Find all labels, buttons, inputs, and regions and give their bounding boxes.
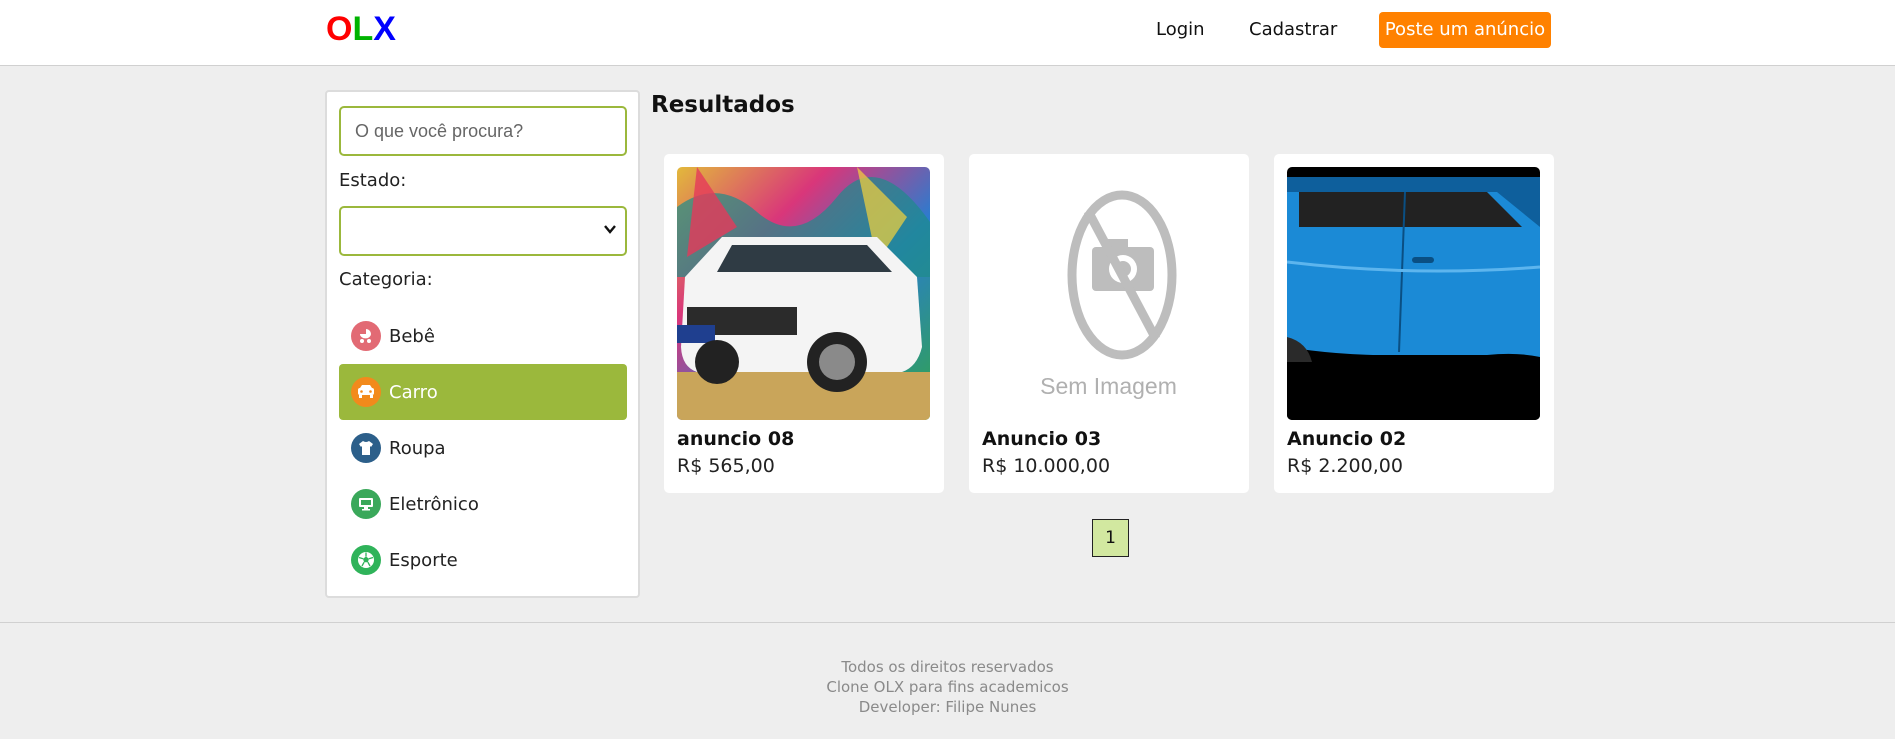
- ad-card[interactable]: anuncio 08 R$ 565,00: [664, 154, 944, 493]
- login-link[interactable]: Login: [1156, 19, 1205, 40]
- logo-letter-x: X: [373, 10, 396, 48]
- category-item-roupa[interactable]: Roupa: [339, 420, 627, 476]
- state-select[interactable]: [339, 206, 627, 256]
- ad-card[interactable]: Anuncio 02 R$ 2.200,00: [1274, 154, 1554, 493]
- category-list: Bebê Carro Roupa Eletrônico Esporte: [339, 308, 627, 588]
- soccer-ball-icon: [351, 545, 381, 575]
- baby-carriage-icon: [351, 321, 381, 351]
- filter-sidebar: Estado: Categoria: Bebê: [325, 90, 640, 598]
- category-label-roupa: Roupa: [389, 437, 446, 459]
- results-title: Resultados: [651, 92, 795, 118]
- no-image-text: Sem Imagem: [1040, 373, 1177, 399]
- pagination-page-1[interactable]: 1: [1092, 519, 1129, 557]
- ad-image-car-white: [677, 167, 930, 420]
- category-label-esporte: Esporte: [389, 549, 458, 571]
- category-label-carro: Carro: [389, 381, 438, 403]
- monitor-icon: [351, 489, 381, 519]
- footer-purpose: Clone OLX para fins academicos: [826, 678, 1069, 696]
- no-image-placeholder: Sem Imagem: [982, 167, 1235, 420]
- ad-price: R$ 10.000,00: [982, 455, 1111, 477]
- olx-logo[interactable]: OLX: [326, 10, 396, 49]
- ad-image-car-blue: [1287, 167, 1540, 420]
- ad-price: R$ 2.200,00: [1287, 455, 1403, 477]
- post-ad-button[interactable]: Poste um anúncio: [1379, 12, 1551, 48]
- category-item-carro[interactable]: Carro: [339, 364, 627, 420]
- category-item-eletronico[interactable]: Eletrônico: [339, 476, 627, 532]
- car-icon: [351, 377, 381, 407]
- footer-rights: Todos os direitos reservados: [841, 658, 1054, 676]
- ad-title: Anuncio 03: [982, 428, 1102, 450]
- register-link[interactable]: Cadastrar: [1249, 19, 1337, 40]
- footer-developer: Developer: Filipe Nunes: [858, 698, 1037, 716]
- ad-title: Anuncio 02: [1287, 428, 1407, 450]
- category-label-eletronico: Eletrônico: [389, 493, 479, 515]
- shirt-icon: [351, 433, 381, 463]
- category-item-esporte[interactable]: Esporte: [339, 532, 627, 588]
- search-input[interactable]: [339, 106, 627, 156]
- top-header: OLX Login Cadastrar Poste um anúncio: [0, 0, 1895, 66]
- footer: Todos os direitos reservados Clone OLX p…: [0, 622, 1895, 739]
- ad-price: R$ 565,00: [677, 455, 775, 477]
- ad-title: anuncio 08: [677, 428, 795, 450]
- category-item-bebe[interactable]: Bebê: [339, 308, 627, 364]
- chevron-down-icon: [604, 225, 616, 234]
- state-label: Estado:: [339, 170, 407, 191]
- category-label: Categoria:: [339, 269, 433, 290]
- ad-card[interactable]: Sem Imagem Anuncio 03 R$ 10.000,00: [969, 154, 1249, 493]
- logo-letter-l: L: [352, 10, 374, 48]
- logo-letter-o: O: [326, 10, 353, 48]
- category-label-bebe: Bebê: [389, 325, 435, 347]
